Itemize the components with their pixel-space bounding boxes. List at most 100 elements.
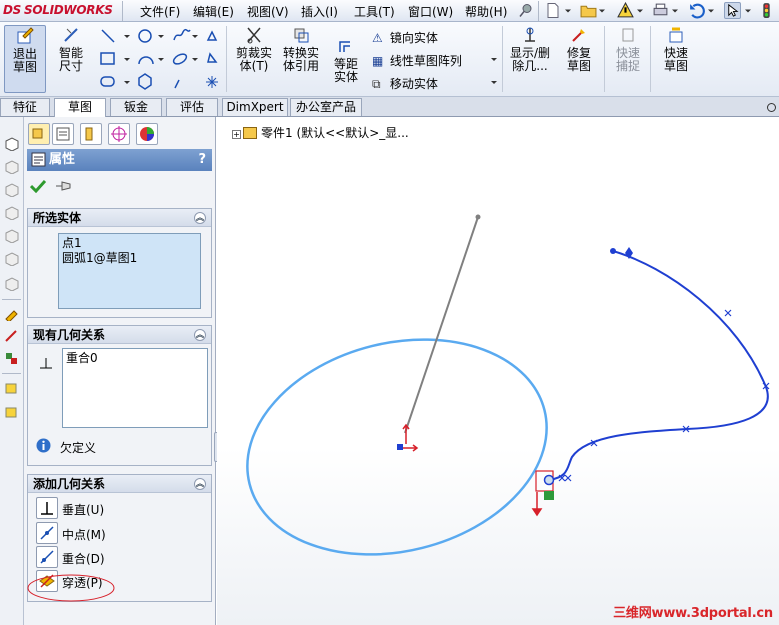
chevron-down-icon[interactable]: [744, 2, 752, 19]
chevron-down-icon[interactable]: [636, 2, 644, 19]
list-item[interactable]: 重合0: [66, 351, 204, 366]
view-cube-icon[interactable]: [4, 252, 19, 266]
existing-relations-group: 现有几何关系 ︽ 重合0 欠定义: [27, 325, 212, 466]
ok-checkmark-icon[interactable]: [30, 179, 46, 193]
origin-point[interactable]: [397, 444, 403, 450]
command-manager: 退出草图 智能尺寸 剪裁实体(T) 转换实体引用 等距实体 ⚠ 镜向实体 ▦ 线…: [0, 22, 779, 97]
view-cube-icon[interactable]: [4, 206, 19, 220]
rapid-sketch-button[interactable]: 快速草图: [654, 25, 698, 73]
relations-icon[interactable]: [4, 351, 19, 365]
menu-view[interactable]: 视图(V): [247, 3, 289, 20]
relation-label[interactable]: 中点(M): [62, 526, 106, 543]
relation-label[interactable]: 重合(D): [62, 550, 105, 567]
layer-icon[interactable]: [4, 405, 19, 419]
chevron-down-icon[interactable]: [707, 2, 715, 19]
collapse-caret-icon[interactable]: ︽: [194, 329, 206, 341]
group-title: 所选实体 ︽: [28, 209, 211, 227]
menu-help[interactable]: 帮助(H): [465, 3, 507, 20]
linear-pattern-label: 线性草图阵列: [389, 54, 462, 68]
chevron-down-icon[interactable]: [564, 2, 572, 19]
rebuild-icon[interactable]: [617, 2, 634, 19]
line-endpoint[interactable]: [475, 214, 481, 220]
configuration-icon: [85, 127, 93, 141]
offset-entities-button[interactable]: 等距实体: [326, 36, 366, 84]
rapid-sketch-label: 快速草图: [663, 46, 688, 73]
menu-insert[interactable]: 插入(I): [301, 3, 338, 20]
view-cube-icon[interactable]: [4, 229, 19, 243]
display-manager-tab[interactable]: [136, 123, 158, 145]
traffic-light-icon[interactable]: [758, 2, 775, 19]
spline-points: [558, 309, 770, 482]
view-cube-icon[interactable]: [4, 183, 19, 197]
pushpin-icon[interactable]: [54, 179, 72, 193]
menu-edit[interactable]: 编辑(E): [193, 3, 234, 20]
rapid-sketch-icon: [669, 27, 683, 43]
tab-dimxpert[interactable]: DimXpert: [222, 98, 288, 116]
repair-sketch-button[interactable]: 修复草图: [558, 25, 600, 73]
list-item[interactable]: 点1: [62, 236, 197, 251]
layer-icon[interactable]: [4, 381, 19, 395]
coincident-relation-icon[interactable]: [544, 491, 554, 500]
sketch-tools-grid[interactable]: [98, 26, 222, 92]
construction-line[interactable]: [404, 216, 479, 434]
chevron-down-icon[interactable]: [598, 2, 606, 19]
smart-dimension-icon[interactable]: [4, 329, 19, 343]
coincident-relation-button[interactable]: [36, 546, 58, 568]
open-folder-icon[interactable]: [580, 2, 597, 19]
chevron-down-icon[interactable]: [490, 79, 498, 87]
linear-pattern-icon: ▦: [372, 54, 384, 68]
sketch-edit-icon[interactable]: [4, 307, 19, 321]
expand-icon[interactable]: [766, 102, 777, 113]
feature-manager-tab[interactable]: [28, 123, 50, 145]
tab-sketch[interactable]: 草图: [54, 98, 106, 118]
convert-entities-button[interactable]: 转换实体引用: [280, 25, 322, 73]
display-delete-relations-button[interactable]: 显示/删除几...: [508, 25, 552, 73]
midpoint-relation-button[interactable]: [36, 522, 58, 544]
exit-sketch-button[interactable]: 退出草图: [4, 25, 46, 93]
configuration-manager-tab[interactable]: [80, 123, 102, 145]
view-cube-icon[interactable]: [4, 277, 19, 291]
spline-curve[interactable]: [548, 250, 769, 481]
relation-label[interactable]: 垂直(U): [62, 501, 104, 518]
sketch-canvas[interactable]: [217, 117, 779, 625]
menu-tools[interactable]: 工具(T): [354, 3, 395, 20]
collapse-caret-icon[interactable]: ︽: [194, 478, 206, 490]
status-text: 欠定义: [60, 441, 97, 455]
existing-relations-list[interactable]: 重合0: [62, 348, 208, 428]
tab-evaluate[interactable]: 评估: [166, 98, 218, 116]
list-item[interactable]: 圆弧1@草图1: [62, 251, 197, 266]
select-cursor-icon[interactable]: [724, 2, 741, 19]
smart-dimension-button[interactable]: 智能尺寸: [50, 25, 92, 73]
collapse-caret-icon[interactable]: ︽: [194, 212, 206, 224]
tab-features[interactable]: 特征: [0, 98, 50, 116]
smart-dimension-icon: [64, 28, 78, 42]
properties-icon: [31, 152, 46, 167]
menu-window[interactable]: 窗口(W): [408, 3, 453, 20]
menu-file[interactable]: 文件(F): [140, 3, 180, 20]
chevron-down-icon[interactable]: [671, 2, 679, 19]
mirror-entities-button[interactable]: ⚠ 镜向实体: [372, 29, 438, 46]
pin-icon[interactable]: [518, 2, 534, 19]
tab-sheet-metal[interactable]: 钣金: [110, 98, 162, 116]
help-button[interactable]: ?: [198, 149, 206, 171]
origin-y-arrow-icon: [402, 423, 410, 444]
property-manager-tab[interactable]: [52, 123, 74, 145]
new-document-icon[interactable]: [545, 2, 561, 19]
dimxpert-manager-tab[interactable]: [108, 123, 130, 145]
repair-sketch-icon: [572, 29, 585, 42]
selected-entities-list[interactable]: 点1 圆弧1@草图1: [58, 233, 201, 309]
move-entities-button[interactable]: ⧉ 移动实体: [372, 75, 438, 92]
chevron-down-icon[interactable]: [490, 56, 498, 64]
trim-entities-button[interactable]: 剪裁实体(T): [232, 25, 276, 73]
group-title: 添加几何关系 ︽: [28, 475, 211, 493]
selected-point[interactable]: [543, 474, 555, 486]
view-cube-icon[interactable]: [4, 137, 19, 151]
view-cube-icon[interactable]: [4, 160, 19, 174]
spline-endpoint[interactable]: [610, 248, 616, 254]
print-icon[interactable]: [652, 2, 669, 19]
quick-snaps-button[interactable]: 快速捕捉: [608, 25, 648, 73]
perpendicular-relation-button[interactable]: [36, 497, 58, 519]
undo-icon[interactable]: [688, 2, 705, 19]
tab-office-products[interactable]: 办公室产品: [290, 98, 362, 116]
linear-pattern-button[interactable]: ▦ 线性草图阵列: [372, 52, 462, 69]
